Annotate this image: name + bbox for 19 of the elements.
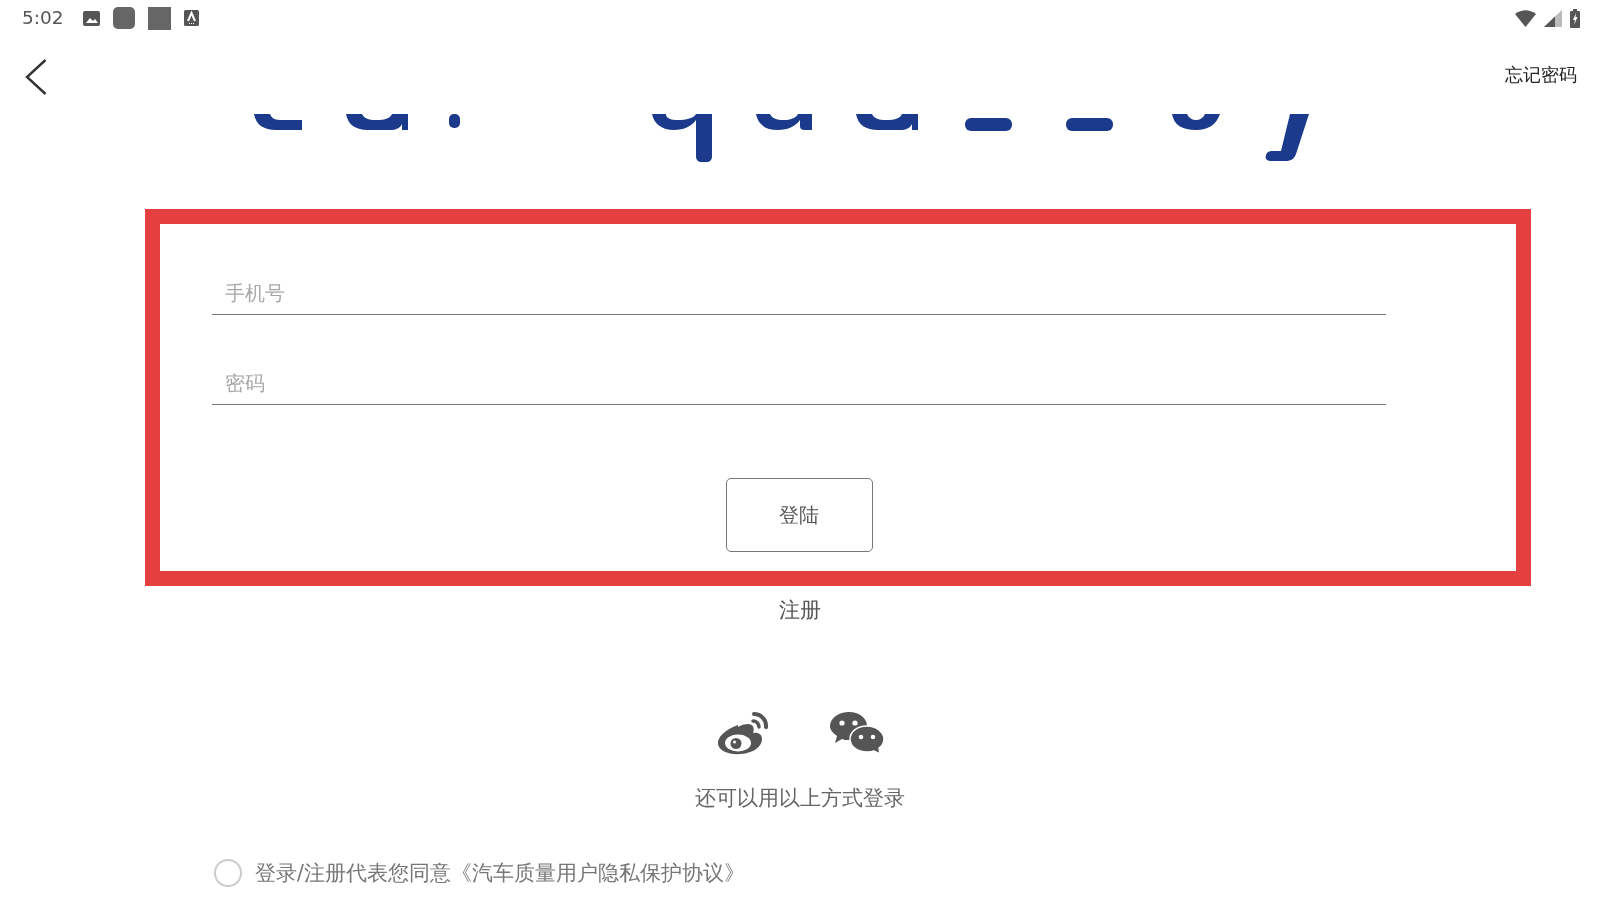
eye-waves-icon[interactable] (715, 710, 770, 755)
forgot-password-link[interactable]: 忘记密码 (1505, 64, 1577, 86)
square-icon (147, 6, 171, 30)
alternative-login-caption: 还可以用以上方式登录 (695, 785, 905, 811)
register-link[interactable]: 注册 (779, 598, 821, 622)
image-icon (82, 10, 100, 26)
signal-icon (1544, 9, 1562, 27)
agreement-radio[interactable] (214, 859, 242, 887)
battery-charging-icon (1570, 8, 1580, 28)
back-icon[interactable] (25, 59, 47, 95)
login-button[interactable]: 登陆 (725, 478, 873, 552)
agreement-text: 登录/注册代表您同意《汽车质量用户隐私保护协议》 (255, 860, 745, 886)
password-field[interactable]: 密码 (212, 361, 1386, 405)
rounded-square-icon (112, 7, 135, 29)
phone-field[interactable]: 手机号 (212, 271, 1386, 315)
status-time: 5:02 (22, 7, 64, 29)
wifi-icon (1515, 9, 1536, 27)
chat-bubbles-icon[interactable] (829, 710, 885, 755)
tile-icon (183, 10, 199, 26)
